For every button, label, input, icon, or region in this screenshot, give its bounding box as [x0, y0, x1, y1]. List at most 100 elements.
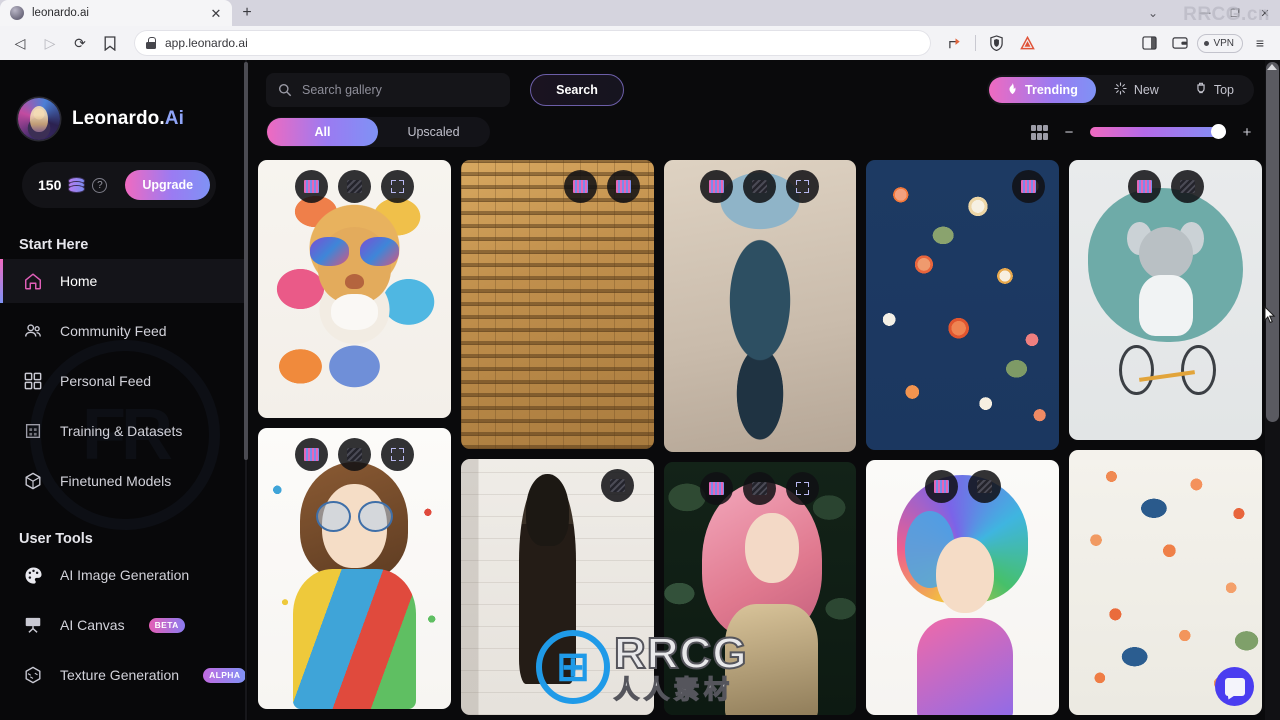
tab-title: leonardo.ai — [32, 7, 89, 19]
zoom-slider-track — [1090, 127, 1226, 137]
sidebar-item-label: Training & Datasets — [60, 423, 183, 439]
sidebar-item-texture-generation[interactable]: Texture Generation ALPHA — [0, 653, 248, 697]
sidebar-item-personal-feed[interactable]: Personal Feed — [0, 359, 248, 403]
variations-icon[interactable] — [967, 470, 1001, 503]
gallery-card-koala-bicycle[interactable] — [1069, 160, 1262, 440]
sidebar-item-label: Personal Feed — [60, 373, 152, 389]
page-scrollbar-thumb[interactable] — [1266, 62, 1279, 422]
gallery-card-colorful-girl[interactable] — [258, 428, 451, 709]
variations-icon[interactable] — [1170, 170, 1204, 203]
vpn-button[interactable]: VPN — [1197, 33, 1243, 53]
back-icon[interactable]: ◁ — [6, 29, 34, 57]
gallery-card-blue-warrior[interactable] — [663, 160, 857, 452]
brand[interactable]: Leonardo.Ai — [0, 60, 248, 140]
help-icon[interactable]: ? — [92, 177, 108, 193]
reload-icon[interactable]: ⟳ — [66, 29, 94, 57]
image-gallery[interactable] — [248, 160, 1272, 720]
gallery-card-pink-elf[interactable] — [663, 462, 857, 715]
leonardo-favicon — [10, 6, 24, 20]
variations-icon[interactable] — [337, 170, 371, 203]
upgrade-button[interactable]: Upgrade — [125, 170, 211, 200]
zoom-in-button[interactable]: + — [1240, 124, 1254, 141]
remix-icon[interactable] — [700, 472, 734, 505]
sidebar-item-ai-image-generation[interactable]: AI Image Generation — [0, 553, 248, 597]
badge-beta: BETA — [148, 617, 185, 633]
variations-icon[interactable] — [337, 438, 371, 471]
sort-trending[interactable]: Trending — [989, 77, 1096, 103]
leonardo-app: Leonardo.Ai 150 ? Upgrade Start Here Hom… — [0, 60, 1280, 720]
close-icon[interactable]: ✕ — [208, 5, 224, 21]
gallery-card-lion[interactable] — [258, 160, 451, 418]
filter-all[interactable]: All — [267, 118, 378, 146]
sidebar-item-label: Texture Generation — [60, 667, 180, 683]
sidebar-item-label: AI Image Generation — [60, 567, 190, 583]
card-action-bar — [664, 170, 857, 203]
brave-shields-icon[interactable] — [982, 29, 1010, 57]
variations-icon[interactable] — [600, 469, 634, 502]
bookmark-icon[interactable] — [96, 29, 124, 57]
sort-new[interactable]: New — [1096, 77, 1177, 103]
sidebar-item-training-datasets[interactable]: Training & Datasets — [0, 409, 248, 453]
search-button[interactable]: Search — [530, 74, 624, 106]
new-tab-button[interactable]: + — [232, 0, 262, 26]
sidebar-item-ai-canvas[interactable]: AI Canvas BETA — [0, 603, 248, 647]
sidebar-item-home[interactable]: Home — [0, 259, 248, 303]
chevron-down-icon[interactable]: ⌄ — [1148, 0, 1158, 26]
fullscreen-icon[interactable] — [380, 438, 414, 471]
remix-icon[interactable] — [1127, 170, 1161, 203]
variations-icon[interactable] — [743, 170, 777, 203]
fullscreen-icon[interactable] — [786, 170, 820, 203]
gallery-toolbar: Search gallery Search Trending New Top A… — [248, 60, 1272, 160]
sort-top[interactable]: Top — [1177, 77, 1252, 103]
filter-upscaled[interactable]: Upscaled — [378, 118, 489, 146]
flame-icon — [1007, 82, 1018, 98]
sort-label: New — [1133, 83, 1159, 97]
variations-icon[interactable] — [743, 472, 777, 505]
badge-alpha: ALPHA — [203, 667, 247, 683]
address-bar[interactable]: app.leonardo.ai — [134, 30, 932, 56]
gallery-card-floral-pattern-1[interactable] — [866, 160, 1060, 450]
filter-toggle-group: All Upscaled — [266, 117, 490, 147]
gallery-card-character-sheet[interactable] — [460, 459, 654, 715]
sidebar-item-finetuned-models[interactable]: Finetuned Models — [0, 459, 248, 503]
remix-icon[interactable] — [1012, 170, 1046, 203]
leonardo-logo-icon — [18, 98, 60, 140]
brand-name: Leonardo.Ai — [72, 108, 184, 130]
brave-leo-icon[interactable] — [1013, 29, 1041, 57]
sort-toggle-group: Trending New Top — [987, 75, 1254, 105]
sidebar: Leonardo.Ai 150 ? Upgrade Start Here Hom… — [0, 60, 248, 720]
zoom-slider-knob[interactable] — [1211, 124, 1226, 139]
share-icon[interactable] — [941, 29, 969, 57]
sidebar-item-community-feed[interactable]: Community Feed — [0, 309, 248, 353]
gallery-card-hieroglyphs[interactable] — [460, 160, 654, 449]
forward-icon[interactable]: ▷ — [36, 29, 64, 57]
remix-icon[interactable] — [700, 170, 734, 203]
grid-density-icon[interactable] — [1031, 124, 1048, 140]
remix-icon[interactable] — [563, 170, 597, 203]
search-placeholder: Search gallery — [302, 83, 382, 97]
search-input[interactable]: Search gallery — [266, 73, 510, 107]
scroll-up-arrow-icon[interactable] — [1267, 64, 1277, 70]
fullscreen-icon[interactable] — [380, 170, 414, 203]
card-image — [460, 160, 654, 449]
wallet-icon[interactable] — [1166, 29, 1194, 57]
card-action-bar — [258, 438, 451, 471]
intercom-chat-button[interactable] — [1215, 667, 1254, 706]
card-image — [866, 160, 1060, 450]
sidebar-icon[interactable] — [1135, 29, 1163, 57]
brand-name-suffix: Ai — [164, 108, 184, 129]
zoom-out-button[interactable]: − — [1062, 124, 1076, 141]
toolbar-row-filters: All Upscaled − + — [266, 117, 1254, 147]
gallery-card-rainbow-hair[interactable] — [866, 460, 1060, 715]
gallery-column — [663, 160, 857, 715]
zoom-slider[interactable] — [1090, 124, 1226, 139]
remix-icon[interactable] — [294, 438, 328, 471]
remix-icon[interactable] — [924, 470, 958, 503]
card-action-bar — [461, 469, 654, 502]
browser-tab[interactable]: leonardo.ai ✕ — [0, 0, 232, 26]
variations-icon[interactable] — [606, 170, 640, 203]
fullscreen-icon[interactable] — [786, 472, 820, 505]
card-action-bar — [664, 472, 857, 505]
remix-icon[interactable] — [294, 170, 328, 203]
browser-menu-icon[interactable]: ≡ — [1246, 29, 1274, 57]
